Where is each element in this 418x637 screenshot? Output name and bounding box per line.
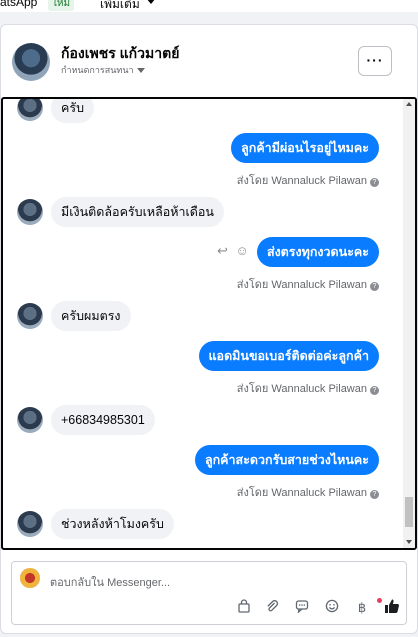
new-badge: ใหม่	[48, 0, 75, 11]
scrollbar[interactable]	[403, 99, 415, 548]
chevron-down-icon	[136, 68, 145, 74]
avatar[interactable]	[17, 99, 43, 121]
sent-by-label: ส่งโดย Wannaluck Pilawan?	[237, 171, 379, 189]
reply-input[interactable]: ตอบกลับใน Messenger...	[50, 573, 170, 591]
chat-bubbles-icon[interactable]	[292, 598, 312, 618]
scroll-up-icon[interactable]	[406, 102, 412, 106]
message-bubble[interactable]: ลูกค้ามีผ่อนไรอยู่ไหมคะ	[231, 133, 379, 163]
thumbs-up-icon[interactable]	[382, 598, 402, 618]
paperclip-icon[interactable]	[262, 598, 282, 618]
sent-by-text: ส่งโดย Wannaluck Pilawan	[236, 175, 367, 187]
conversation-header: ก้องเพชร แก้วมาตย์ กำหนดการสนทนา ···	[1, 25, 417, 97]
baht-icon[interactable]: ฿	[352, 598, 372, 618]
message-bubble[interactable]: ช่วงหลังห้าโมงครับ	[51, 509, 174, 539]
reply-icon[interactable]: ↩	[217, 243, 228, 258]
message-bubble[interactable]: ลูกค้าสะดวกรับสายช่วงไหนคะ	[194, 445, 379, 475]
tab-fragment[interactable]: atsApp	[0, 0, 37, 9]
contact-name[interactable]: ก้องเพชร แก้วมาตย์	[61, 43, 179, 65]
question-icon[interactable]: ?	[370, 386, 379, 395]
more-options-button[interactable]: ···	[358, 46, 392, 76]
message-bubble[interactable]: มีเงินติดล้อครับเหลือห้าเดือน	[51, 197, 224, 227]
message-bubble[interactable]: แอดมินขอเบอร์ติดต่อค่ะลูกค้า	[198, 341, 379, 371]
emoji-icon[interactable]	[322, 598, 342, 618]
avatar[interactable]	[17, 303, 43, 329]
avatar[interactable]	[17, 407, 43, 433]
sent-by-text: ส่งโดย Wannaluck Pilawan	[236, 279, 367, 291]
message-bubble-partial[interactable]	[199, 549, 379, 550]
message-actions: ↩ ☺	[217, 243, 249, 259]
question-icon[interactable]: ?	[370, 178, 379, 187]
avatar[interactable]	[17, 511, 43, 537]
composer-toolbar: ฿	[234, 598, 404, 618]
question-icon[interactable]: ?	[370, 490, 379, 499]
conversation-settings[interactable]: กำหนดการสนทนา	[61, 63, 145, 77]
smile-icon[interactable]: ☺	[236, 243, 249, 258]
more-menu[interactable]: เพิ่มเติม	[100, 0, 140, 12]
shopping-bag-icon[interactable]	[234, 598, 254, 618]
sent-by-text: ส่งโดย Wannaluck Pilawan	[236, 383, 367, 395]
conversation-settings-label: กำหนดการสนทนา	[61, 65, 134, 75]
page-avatar	[20, 568, 40, 588]
browser-tab-strip: atsApp ใหม่ เพิ่มเติม	[0, 0, 418, 12]
scrollbar-thumb[interactable]	[405, 497, 413, 527]
question-icon[interactable]: ?	[370, 282, 379, 291]
sent-by-text: ส่งโดย Wannaluck Pilawan	[236, 487, 367, 499]
conversation-panel: ก้องเพชร แก้วมาตย์ กำหนดการสนทนา ··· ครั…	[0, 24, 418, 634]
message-thread[interactable]: ครับ ลูกค้ามีผ่อนไรอยู่ไหมคะ ส่งโดย Wann…	[1, 97, 417, 550]
chevron-down-icon[interactable]	[146, 0, 156, 4]
message-bubble[interactable]: +66834985301	[51, 405, 155, 435]
message-bubble[interactable]: ส่งตรงทุกงวดนะคะ	[256, 237, 379, 267]
message-bubble[interactable]: ครับ	[51, 99, 95, 123]
message-bubble[interactable]: ครับผมตรง	[51, 301, 131, 331]
avatar[interactable]	[17, 199, 43, 225]
sent-by-label: ส่งโดย Wannaluck Pilawan?	[237, 483, 379, 501]
avatar[interactable]	[12, 43, 50, 81]
sent-by-label: ส่งโดย Wannaluck Pilawan?	[237, 275, 379, 293]
scroll-down-icon[interactable]	[406, 540, 412, 544]
reply-composer[interactable]: ตอบกลับใน Messenger... ฿	[11, 561, 407, 625]
sent-by-label: ส่งโดย Wannaluck Pilawan?	[237, 379, 379, 397]
